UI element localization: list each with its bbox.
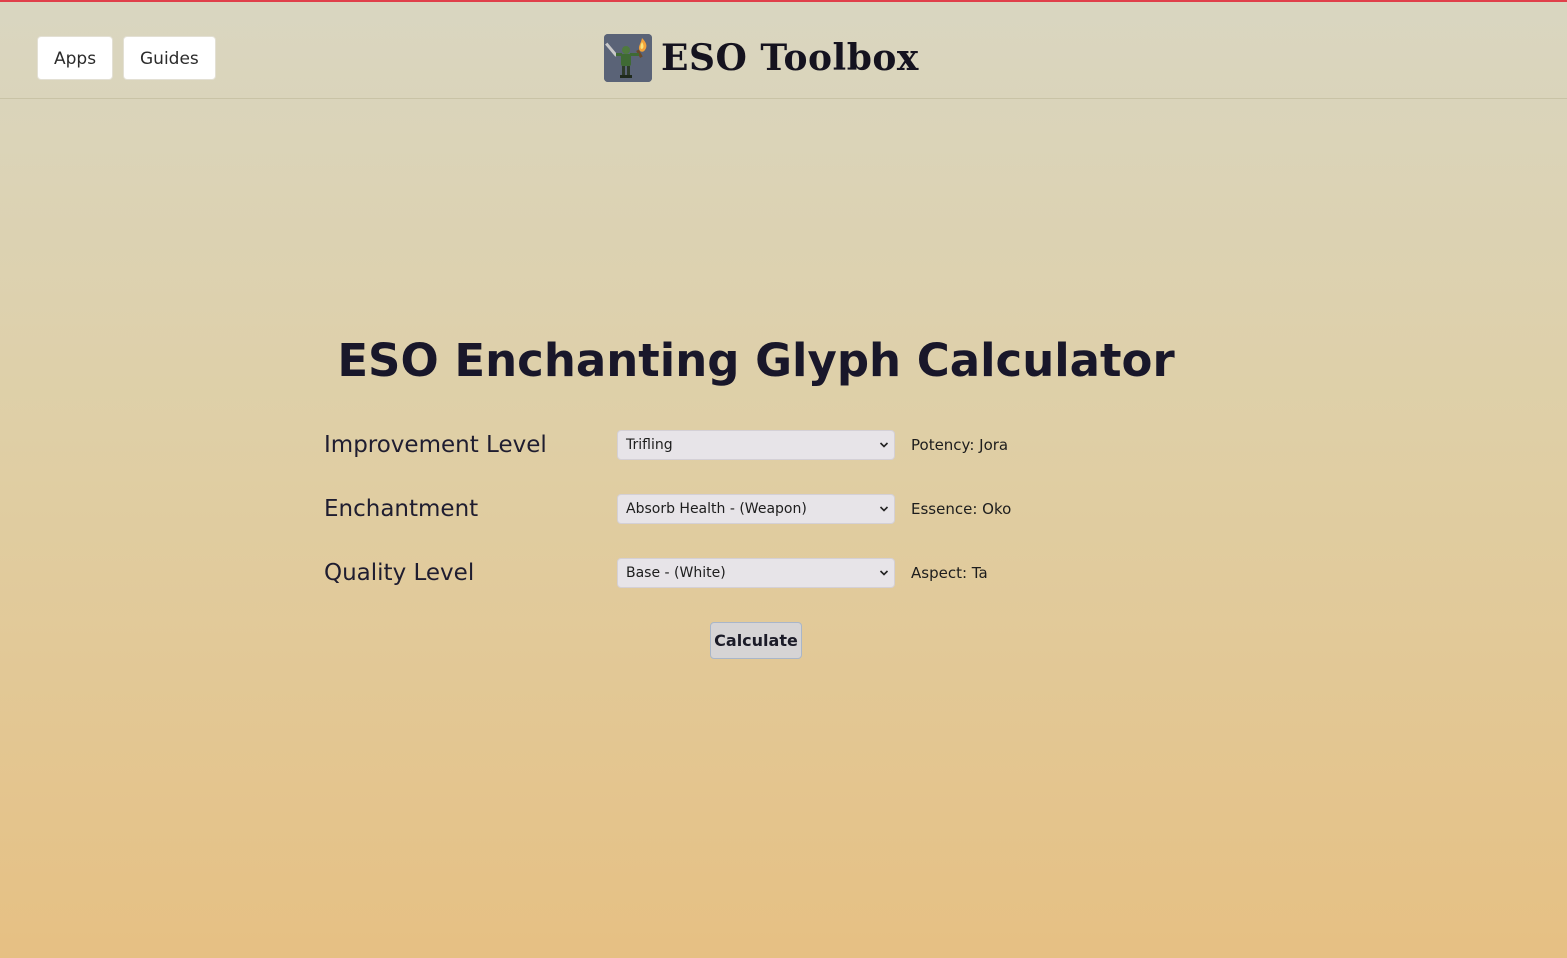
essence-result: Essence: Oko [911,500,1012,518]
quality-level-row: Quality Level Base - (White) Aspect: Ta [0,558,1567,588]
improvement-level-row: Improvement Level Trifling Potency: Jora [0,430,1567,460]
chevron-down-icon [879,570,889,576]
calculate-button[interactable]: Calculate [710,622,802,659]
improvement-level-select[interactable]: Trifling [617,430,895,460]
enchantment-row: Enchantment Absorb Health - (Weapon) Ess… [0,494,1567,524]
quality-level-label: Quality Level [324,560,475,586]
enchantment-select[interactable]: Absorb Health - (Weapon) [617,494,895,524]
guides-button[interactable]: Guides [123,36,216,80]
enchantment-label: Enchantment [324,496,479,522]
page-title: ESO Enchanting Glyph Calculator [337,334,1175,387]
eso-warrior-torch-icon [604,34,652,82]
chevron-down-icon [879,442,889,448]
quality-level-value: Base - (White) [626,565,726,581]
chevron-down-icon [879,506,889,512]
brand-title: ESO Toolbox [661,37,919,79]
site-header: Apps Guides ESO Toolbox [0,2,1567,99]
enchantment-value: Absorb Health - (Weapon) [626,501,807,517]
apps-button[interactable]: Apps [37,36,114,80]
improvement-level-label: Improvement Level [324,432,547,458]
potency-result: Potency: Jora [911,436,1009,454]
quality-level-select[interactable]: Base - (White) [617,558,895,588]
brand[interactable]: ESO Toolbox [604,34,919,82]
improvement-level-value: Trifling [626,437,673,453]
aspect-result: Aspect: Ta [911,564,988,582]
